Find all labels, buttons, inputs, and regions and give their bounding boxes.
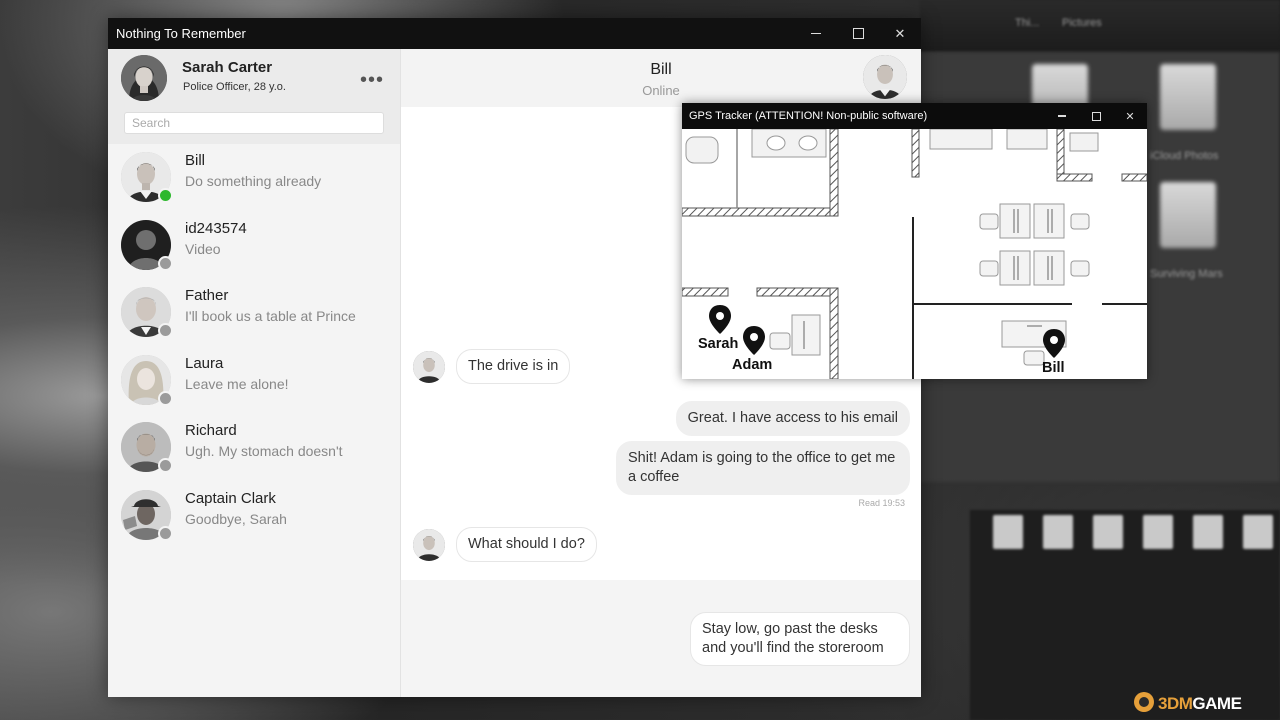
contact-last-message: I'll book us a table at Prince [185,308,356,324]
contact-list: Bill Do something already id243574 Video [108,146,400,551]
watermark-suffix: GAME [1192,694,1242,713]
offline-status-icon [158,255,173,271]
minimize-icon [811,32,821,35]
minimize-button[interactable] [1045,103,1079,129]
online-status-icon [158,188,173,203]
avatar-portrait-icon [863,55,907,99]
pin-label: Bill [1042,360,1065,376]
contact-last-message: Goodbye, Sarah [185,510,287,527]
minimize-button[interactable] [795,18,837,49]
avatar-portrait-icon [121,55,167,101]
window-titlebar: Nothing To Remember ✕ [108,18,921,49]
contact-item-richard[interactable]: Richard Ugh. My stomach doesn't [108,416,400,484]
contact-name: Bill [185,152,206,169]
message-outgoing: Shit! Adam is going to the office to get… [616,441,910,495]
gps-titlebar: GPS Tracker (ATTENTION! Non-public softw… [682,103,1147,129]
chat-contact-name: Bill [650,61,672,78]
gps-tracker-window: GPS Tracker (ATTENTION! Non-public softw… [682,103,1147,379]
watermark: 3DMGAME [1158,694,1242,714]
reply-option-button[interactable]: Stay low, go past the desks and you'll f… [690,612,910,666]
explorer-crumb-2: Pictures [1062,17,1102,29]
message-incoming: The drive is in [456,349,571,384]
avatar[interactable] [121,55,167,101]
contact-name: Father [185,287,229,304]
contact-last-message: Do something already [185,173,322,189]
contact-item-id243574[interactable]: id243574 Video [108,214,400,282]
folder-label: iCloud Photos [1150,150,1219,162]
contact-name: Captain Clark [185,489,276,507]
avatar[interactable] [863,55,907,99]
avatar-portrait-icon [413,529,445,561]
close-button[interactable]: ✕ [1113,103,1147,129]
close-icon: ✕ [894,25,906,41]
watermark-logo-icon [1134,692,1154,712]
maximize-icon [852,28,864,39]
message-outgoing: Great. I have access to his email [675,401,910,436]
maximize-button[interactable] [1079,103,1113,129]
profile-header: Sarah Carter Police Officer, 28 y.o. ••• [108,49,400,144]
avatar-portrait-icon [413,351,445,383]
file-icon [1193,515,1223,549]
offline-status-icon [158,390,173,406]
contact-item-father[interactable]: Father I'll book us a table at Prince [108,281,400,349]
contacts-sidebar: Sarah Carter Police Officer, 28 y.o. ••• [108,49,401,697]
more-options-icon[interactable]: ••• [360,69,384,92]
avatar [413,351,445,383]
search-input[interactable] [124,112,384,134]
contact-last-message: Ugh. My stomach doesn't [185,443,343,459]
pin-label: Sarah [698,336,738,352]
close-icon: ✕ [1125,110,1135,123]
reply-options-area: Stay low, go past the desks and you'll f… [401,580,921,697]
folder-label: Surviving Mars [1150,268,1223,280]
offline-status-icon [158,323,173,338]
profile-name: Sarah Carter [182,59,273,76]
contact-item-bill[interactable]: Bill Do something already [108,146,400,214]
profile-subtitle: Police Officer, 28 y.o. [183,81,286,93]
file-icon [1143,515,1173,549]
close-button[interactable]: ✕ [879,18,921,49]
file-icon [993,515,1023,549]
contact-last-message: Leave me alone! [185,375,289,392]
contact-name: id243574 [185,219,247,237]
contact-item-laura[interactable]: Laura Leave me alone! [108,349,400,417]
contact-last-message: Video [185,240,221,257]
explorer-crumb-1: Thi... [1015,17,1040,29]
avatar [413,529,445,561]
folder-icon [1160,182,1216,248]
maximize-icon [1091,111,1101,121]
file-icon [1043,515,1073,549]
chat-header: Bill Online [401,49,921,107]
pin-label: Adam [732,357,772,373]
message-incoming: What should I do? [456,527,597,562]
gps-window-title: GPS Tracker (ATTENTION! Non-public softw… [689,110,928,122]
floor-plan-map: Sarah Adam Bill [682,129,1147,379]
contact-item-captain-clark[interactable]: Captain Clark Goodbye, Sarah [108,484,400,552]
offline-status-icon [158,458,173,473]
offline-status-icon [158,525,173,541]
contact-name: Laura [185,354,224,372]
maximize-button[interactable] [837,18,879,49]
file-icon [1093,515,1123,549]
file-icon [1243,515,1273,549]
watermark-prefix: 3DM [1158,694,1193,713]
window-title: Nothing To Remember [116,26,246,41]
chat-contact-status: Online [642,83,680,98]
folder-icon [1160,64,1216,130]
contact-name: Richard [185,422,237,439]
minimize-icon [1058,115,1066,117]
read-receipt: Read 19:53 [858,498,905,508]
